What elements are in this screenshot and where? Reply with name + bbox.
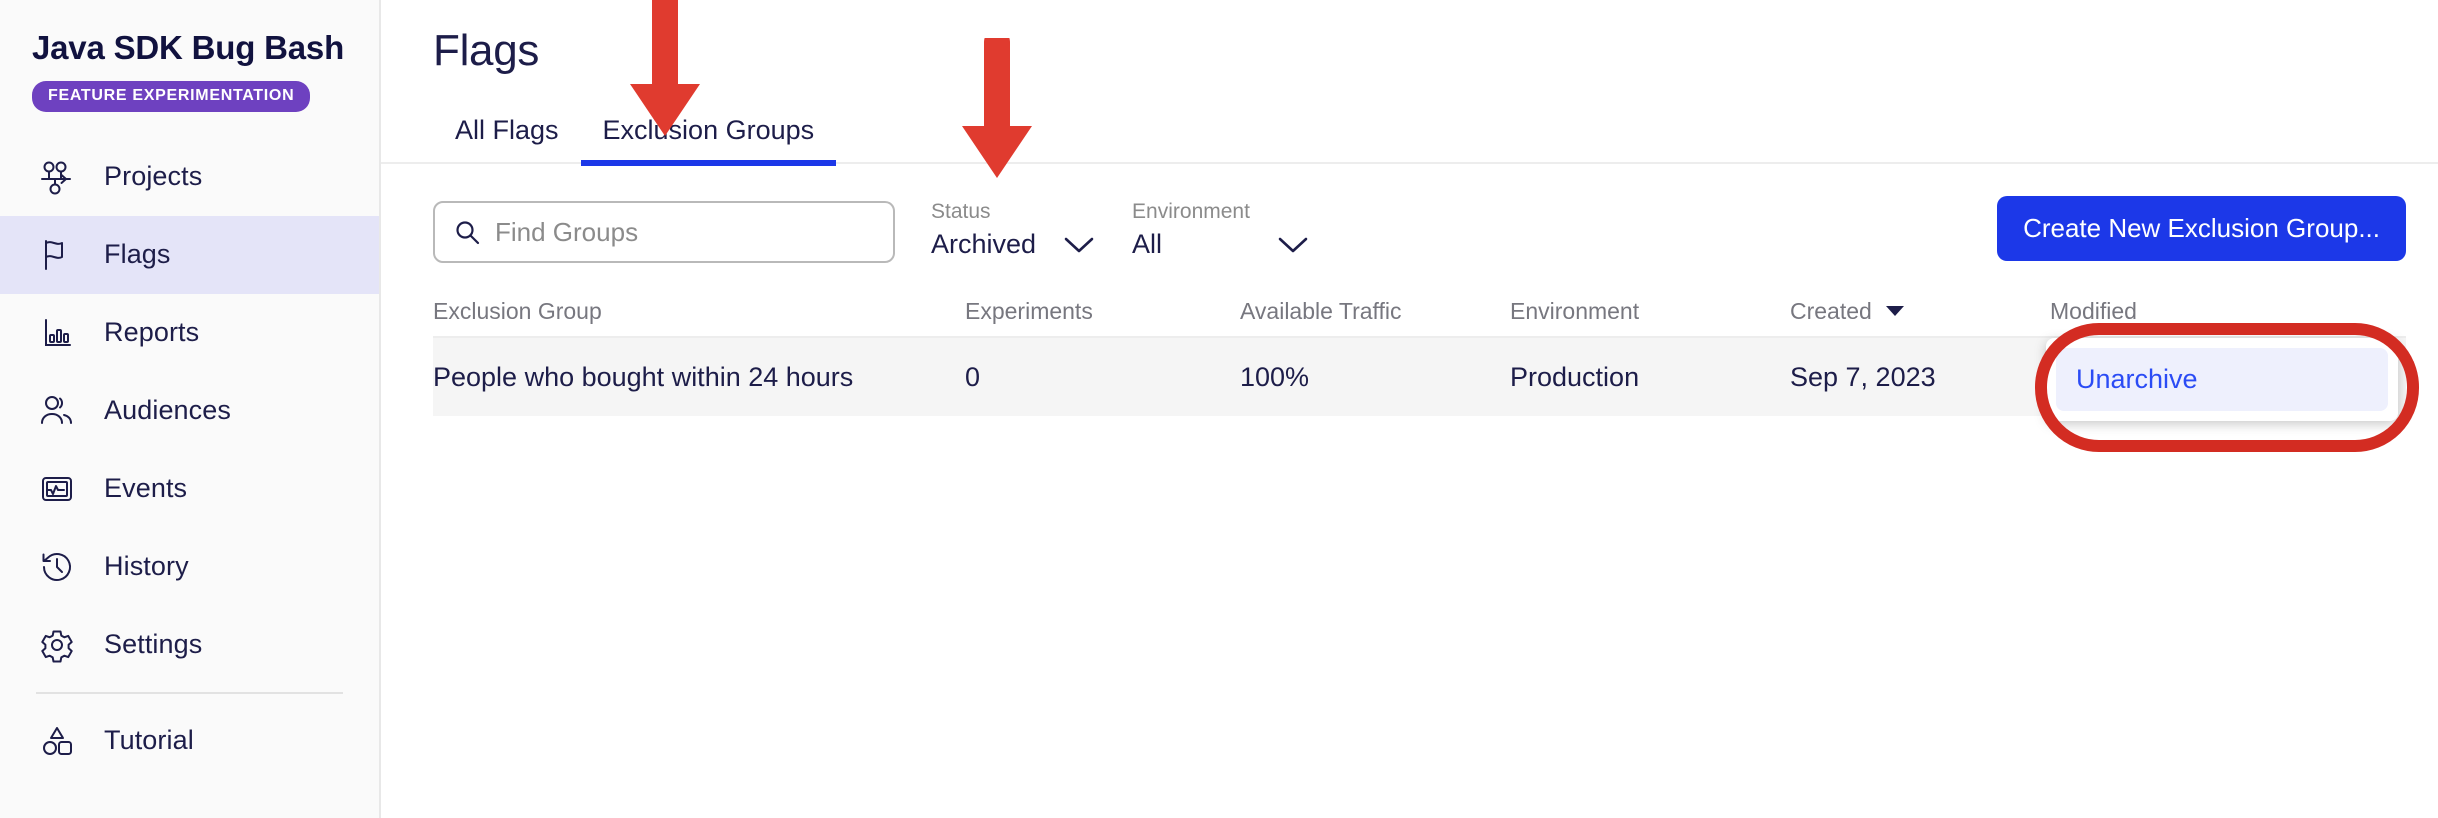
- column-header-created-label: Created: [1790, 298, 1872, 325]
- filter-bar: Status Archived Environment All: [381, 164, 2438, 276]
- column-header-exclusion-group[interactable]: Exclusion Group: [433, 298, 965, 325]
- sidebar-item-label: Settings: [104, 629, 202, 660]
- sidebar-item-label: Flags: [104, 239, 171, 270]
- sidebar-item-label: Reports: [104, 317, 199, 348]
- project-title: Java SDK Bug Bash: [32, 28, 379, 68]
- status-filter-dropdown[interactable]: Status Archived: [931, 198, 1096, 266]
- search-icon: [453, 218, 481, 246]
- search-box[interactable]: [433, 201, 895, 263]
- sidebar-divider: [36, 692, 343, 694]
- brand-block: Java SDK Bug Bash FEATURE EXPERIMENTATIO…: [0, 0, 379, 112]
- unarchive-menu-item[interactable]: Unarchive: [2056, 348, 2388, 411]
- clock-back-icon: [36, 546, 78, 588]
- cell-exclusion-group: People who bought within 24 hours: [433, 362, 965, 393]
- environment-filter-value: All: [1132, 227, 1250, 262]
- column-header-environment[interactable]: Environment: [1510, 298, 1790, 325]
- sidebar-item-events[interactable]: Events: [0, 450, 379, 528]
- status-filter-value: Archived: [931, 227, 1036, 262]
- sidebar-item-tutorial[interactable]: Tutorial: [0, 702, 379, 780]
- page-title: Flags: [381, 0, 2438, 76]
- sidebar-item-label: Tutorial: [104, 725, 194, 756]
- people-icon: [36, 390, 78, 432]
- sidebar-item-projects[interactable]: Projects: [0, 138, 379, 216]
- create-new-exclusion-group-button[interactable]: Create New Exclusion Group...: [1997, 196, 2406, 261]
- sidebar: Java SDK Bug Bash FEATURE EXPERIMENTATIO…: [0, 0, 381, 818]
- column-header-created[interactable]: Created: [1790, 298, 2050, 325]
- flag-icon: [36, 234, 78, 276]
- projects-icon: [36, 156, 78, 198]
- search-input[interactable]: [495, 217, 875, 248]
- sidebar-item-history[interactable]: History: [0, 528, 379, 606]
- column-header-modified[interactable]: Modified: [2050, 298, 2406, 325]
- monitor-icon: [36, 468, 78, 510]
- tab-bar: All Flags Exclusion Groups: [381, 102, 2438, 164]
- sidebar-item-label: Events: [104, 473, 187, 504]
- app-root: Java SDK Bug Bash FEATURE EXPERIMENTATIO…: [0, 0, 2438, 818]
- cell-experiments: 0: [965, 362, 1240, 393]
- gear-icon: [36, 624, 78, 666]
- sidebar-item-label: Audiences: [104, 395, 231, 426]
- environment-filter-label: Environment: [1132, 198, 1250, 225]
- table-header-row: Exclusion Group Experiments Available Tr…: [433, 286, 2406, 338]
- sidebar-item-reports[interactable]: Reports: [0, 294, 379, 372]
- tab-all-flags[interactable]: All Flags: [433, 115, 581, 166]
- tab-exclusion-groups[interactable]: Exclusion Groups: [581, 115, 837, 166]
- environment-filter-dropdown[interactable]: Environment All: [1132, 198, 1310, 266]
- cell-environment: Production: [1510, 362, 1790, 393]
- row-actions-menu: Unarchive: [2046, 338, 2398, 421]
- shapes-icon: [36, 720, 78, 762]
- cell-available-traffic: 100%: [1240, 362, 1510, 393]
- sidebar-item-audiences[interactable]: Audiences: [0, 372, 379, 450]
- sidebar-nav: Projects Flags: [0, 138, 379, 780]
- chevron-down-icon: [1062, 234, 1096, 256]
- column-header-experiments[interactable]: Experiments: [965, 298, 1240, 325]
- column-header-available-traffic[interactable]: Available Traffic: [1240, 298, 1510, 325]
- product-badge: FEATURE EXPERIMENTATION: [32, 81, 310, 112]
- sidebar-item-flags[interactable]: Flags: [0, 216, 379, 294]
- sidebar-item-settings[interactable]: Settings: [0, 606, 379, 684]
- chevron-down-icon: [1276, 234, 1310, 256]
- status-filter-label: Status: [931, 198, 1036, 225]
- sidebar-item-label: History: [104, 551, 189, 582]
- cell-created: Sep 7, 2023: [1790, 362, 2050, 393]
- caret-down-icon: [1884, 303, 1906, 319]
- sidebar-item-label: Projects: [104, 161, 202, 192]
- bar-chart-icon: [36, 312, 78, 354]
